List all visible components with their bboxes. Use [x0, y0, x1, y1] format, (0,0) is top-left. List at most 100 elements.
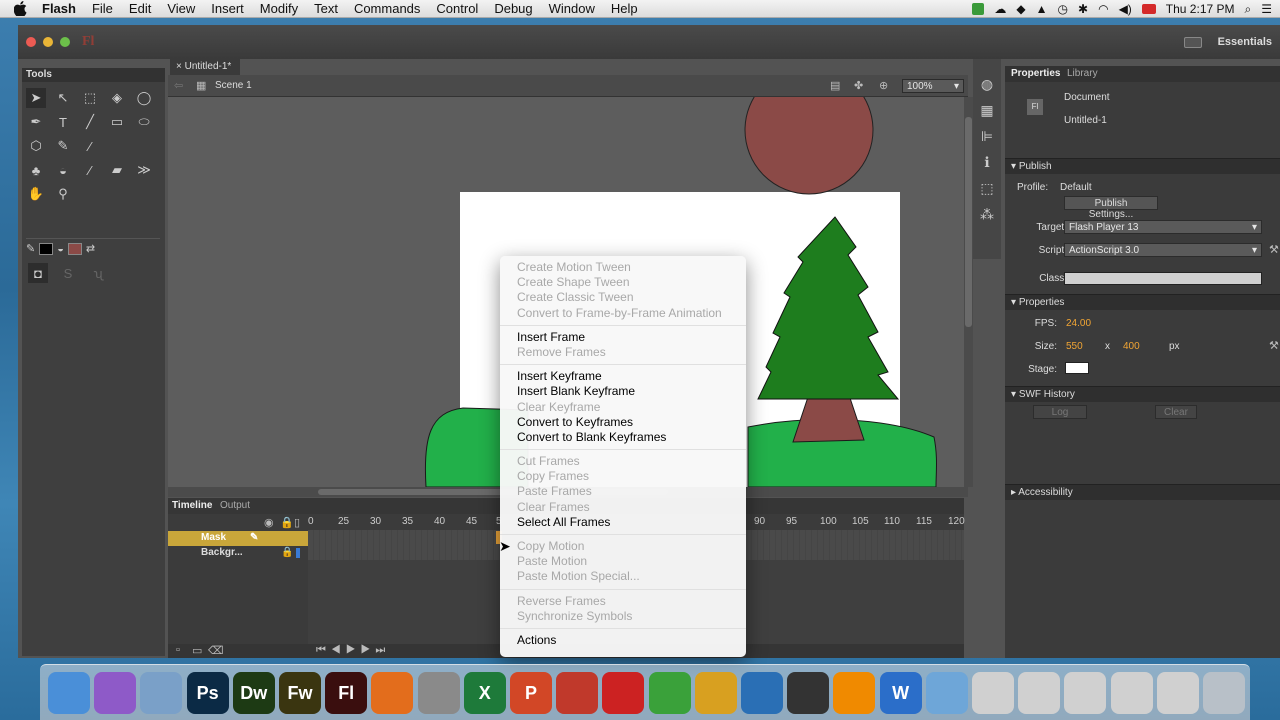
menu-file[interactable]: File [84, 1, 121, 16]
dock-window-3-icon[interactable] [1064, 672, 1107, 714]
dock-game-center-icon[interactable] [94, 672, 137, 714]
wrench-icon[interactable]: ⚒ [1269, 243, 1279, 256]
dock-system-preferences-icon[interactable] [417, 672, 460, 714]
dock-dreamweaver-icon[interactable]: Dw [232, 672, 275, 714]
status-icon-1[interactable] [972, 3, 985, 15]
components-panel-icon[interactable]: ⁂ [973, 201, 1001, 227]
flag-icon[interactable] [1141, 4, 1156, 14]
menu-text[interactable]: Text [306, 1, 346, 16]
dock-quicktime-icon[interactable] [741, 672, 783, 714]
dock-trash-icon[interactable] [1203, 672, 1245, 714]
dock-vlc-icon[interactable] [833, 672, 876, 714]
line-tool-icon[interactable]: ╱ [80, 112, 100, 132]
oval-tool-icon[interactable]: ⬭ [134, 112, 154, 132]
swap-colors-icon[interactable]: ⇄ [86, 242, 95, 255]
workspace-switcher-icon[interactable] [1184, 37, 1202, 48]
lock-all-icon[interactable]: 🔒 [280, 516, 294, 529]
volume-icon[interactable]: ◀) [1119, 2, 1132, 16]
bone-tool-icon[interactable]: ♣ [26, 160, 46, 180]
stage-width-value[interactable]: 550 [1066, 341, 1083, 352]
properties-section-header[interactable]: ▾ Properties [1005, 294, 1280, 310]
transform-panel-icon[interactable]: ⬚ [973, 175, 1001, 201]
align-panel-icon[interactable]: ⊫ [973, 123, 1001, 149]
swatches-panel-icon[interactable]: ▦ [973, 97, 1001, 123]
dock-window-2-icon[interactable] [1018, 672, 1061, 714]
menu-window[interactable]: Window [541, 1, 603, 16]
dock-gps-app-icon[interactable] [648, 672, 691, 714]
dock-window-4-icon[interactable] [1110, 672, 1153, 714]
wifi-icon[interactable]: ◠ [1098, 2, 1108, 16]
fps-value[interactable]: 24.00 [1066, 318, 1091, 329]
playback-controls[interactable]: ⏮◀▶▶⏭ [316, 644, 390, 657]
clock[interactable]: Thu 2:17 PM [1166, 2, 1235, 16]
hand-tool-icon[interactable]: ✋ [26, 184, 46, 204]
dock-photoshop-icon[interactable]: Ps [186, 672, 229, 714]
dropbox-icon[interactable]: ◆ [1016, 2, 1025, 16]
script-dropdown[interactable]: ActionScript 3.0 ▾ [1064, 243, 1262, 257]
dock-utility-icon[interactable] [556, 672, 599, 714]
stage-height-value[interactable]: 400 [1123, 341, 1140, 352]
dock-window-1-icon[interactable] [972, 672, 1014, 714]
pen-tool-icon[interactable]: ✒ [26, 112, 46, 132]
center-stage-icon[interactable]: ⊕ [879, 79, 888, 92]
menu-item-insert-blank-keyframe[interactable]: Insert Blank Keyframe [500, 384, 746, 399]
straighten-icon[interactable]: ʯ [88, 263, 108, 283]
log-button[interactable]: Log [1033, 405, 1087, 419]
tab-output[interactable]: Output [220, 500, 250, 511]
layer-lock-icon[interactable]: 🔒 [281, 547, 293, 558]
scene-label[interactable]: Scene 1 [215, 80, 252, 91]
tab-properties[interactable]: Properties [1011, 68, 1060, 79]
zoom-dropdown[interactable]: 100% ▾ [902, 79, 964, 93]
dock-powerpoint-icon[interactable]: P [510, 672, 552, 714]
menu-item-actions[interactable]: Actions [500, 633, 746, 648]
selection-tool-icon[interactable]: ➤ [26, 88, 46, 108]
menu-commands[interactable]: Commands [346, 1, 428, 16]
minimize-window-icon[interactable] [43, 37, 53, 47]
free-transform-tool-icon[interactable]: ⬚ [80, 88, 100, 108]
menu-item-insert-frame[interactable]: Insert Frame [500, 330, 746, 345]
paint-bucket-tool-icon[interactable]: ◒ [53, 160, 73, 180]
close-tab-icon[interactable]: × [176, 61, 185, 72]
stroke-color-swatch[interactable] [39, 242, 54, 255]
dock-preview-icon[interactable] [140, 672, 183, 714]
text-tool-icon[interactable]: T [53, 112, 73, 132]
pencil-tool-icon[interactable]: ✎ [53, 136, 73, 156]
dock-flash-icon[interactable]: Fl [325, 672, 368, 714]
dock-downloads-folder-icon[interactable] [925, 672, 968, 714]
dock-sketchup-icon[interactable] [602, 672, 645, 714]
spotlight-icon[interactable]: ⌕ [1245, 2, 1252, 17]
new-layer-icon[interactable]: ▫ [176, 644, 180, 656]
document-tab[interactable]: × Untitled-1* [170, 59, 240, 75]
menu-view[interactable]: View [159, 1, 203, 16]
layer-row-background[interactable]: Backgr... 🔒 [168, 546, 308, 561]
menu-item-select-all-frames[interactable]: Select All Frames [500, 515, 746, 530]
publish-settings-button[interactable]: Publish Settings... [1064, 196, 1158, 220]
tab-library[interactable]: Library [1067, 68, 1098, 79]
bluetooth-icon[interactable]: ✱ [1078, 2, 1088, 16]
apple-menu-icon[interactable] [12, 1, 28, 17]
swf-history-section-header[interactable]: ▾ SWF History [1005, 386, 1280, 402]
workspace-label[interactable]: Essentials [1218, 36, 1272, 48]
eyedropper-tool-icon[interactable]: ⁄ [80, 160, 100, 180]
dock-camera-app-icon[interactable] [787, 672, 830, 714]
wrench-icon[interactable]: ⚒ [1269, 339, 1279, 352]
outline-all-icon[interactable]: ▯ [294, 516, 300, 529]
smooth-icon[interactable]: S [58, 263, 78, 283]
color-panel-icon[interactable]: ◍ [973, 71, 1001, 97]
menu-item-convert-to-keyframes[interactable]: Convert to Keyframes [500, 415, 746, 430]
dock-fireworks-icon[interactable]: Fw [279, 672, 321, 714]
dock-word-icon[interactable]: W [879, 672, 922, 714]
notification-center-icon[interactable]: ☰ [1261, 2, 1272, 16]
info-panel-icon[interactable]: ℹ [973, 149, 1001, 175]
width-tool-icon[interactable]: ≫ [134, 160, 154, 180]
new-folder-icon[interactable]: ▭ [192, 644, 202, 657]
delete-layer-icon[interactable]: ⌫ [208, 644, 224, 657]
stage-color-swatch[interactable] [1065, 362, 1089, 374]
tab-timeline[interactable]: Timeline [172, 500, 212, 511]
menu-debug[interactable]: Debug [486, 1, 540, 16]
dock-finder-icon[interactable] [48, 672, 90, 714]
eraser-tool-icon[interactable]: ▰ [107, 160, 127, 180]
class-input[interactable] [1064, 272, 1262, 285]
layer-outline-color-icon[interactable] [296, 548, 300, 558]
lasso-tool-icon[interactable]: ◯ [134, 88, 154, 108]
